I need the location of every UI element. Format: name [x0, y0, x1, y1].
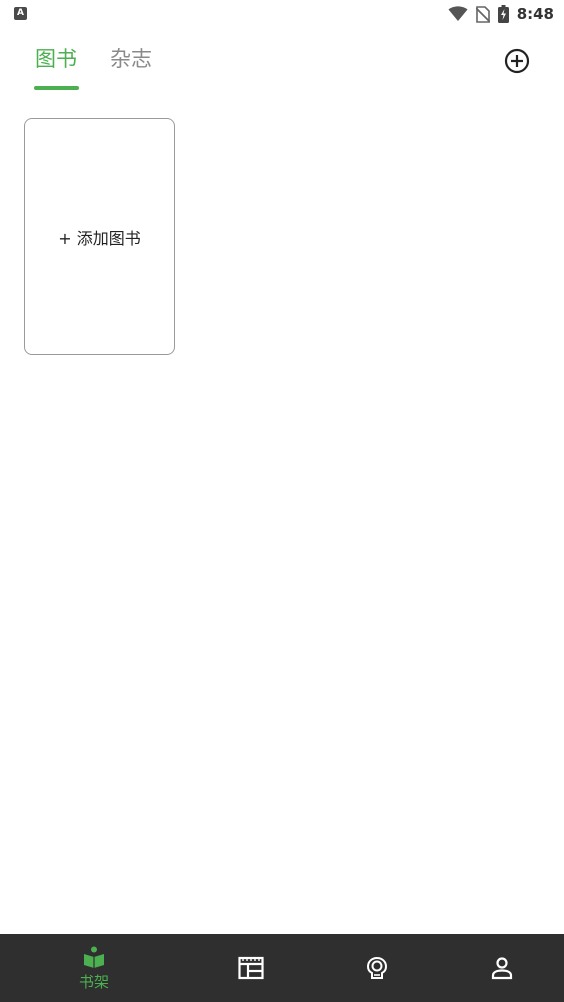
nav-item-bookshelf[interactable]: 书架 [0, 934, 188, 1002]
bottom-nav: 书架 [0, 934, 564, 1002]
status-icons: 8:48 [448, 3, 554, 25]
newspaper-icon [238, 956, 264, 980]
nav-item-newspaper[interactable] [188, 934, 314, 1002]
notification-a-icon [14, 7, 27, 20]
status-time: 8:48 [516, 5, 554, 23]
top-bar: 图书 杂志 [0, 28, 564, 94]
active-tab-indicator [34, 86, 79, 90]
add-book-card[interactable]: + 添加图书 [24, 118, 175, 355]
nav-label-bookshelf: 书架 [78, 972, 109, 991]
nav-item-profile[interactable] [440, 934, 564, 1002]
screen: 8:48 图书 杂志 + 添加图书 书架 [0, 0, 564, 1002]
add-circle-icon[interactable] [504, 48, 530, 74]
tab-magazines[interactable]: 杂志 [110, 44, 152, 74]
wifi-icon [448, 6, 468, 21]
add-book-label: + 添加图书 [58, 228, 141, 248]
discover-icon [366, 956, 388, 979]
status-bar: 8:48 [0, 0, 564, 28]
profile-icon [491, 957, 513, 980]
no-sim-icon [475, 5, 490, 23]
bookshelf-icon [84, 946, 104, 968]
tab-books[interactable]: 图书 [35, 44, 77, 74]
battery-charging-icon [497, 5, 509, 23]
nav-item-discover[interactable] [314, 934, 440, 1002]
